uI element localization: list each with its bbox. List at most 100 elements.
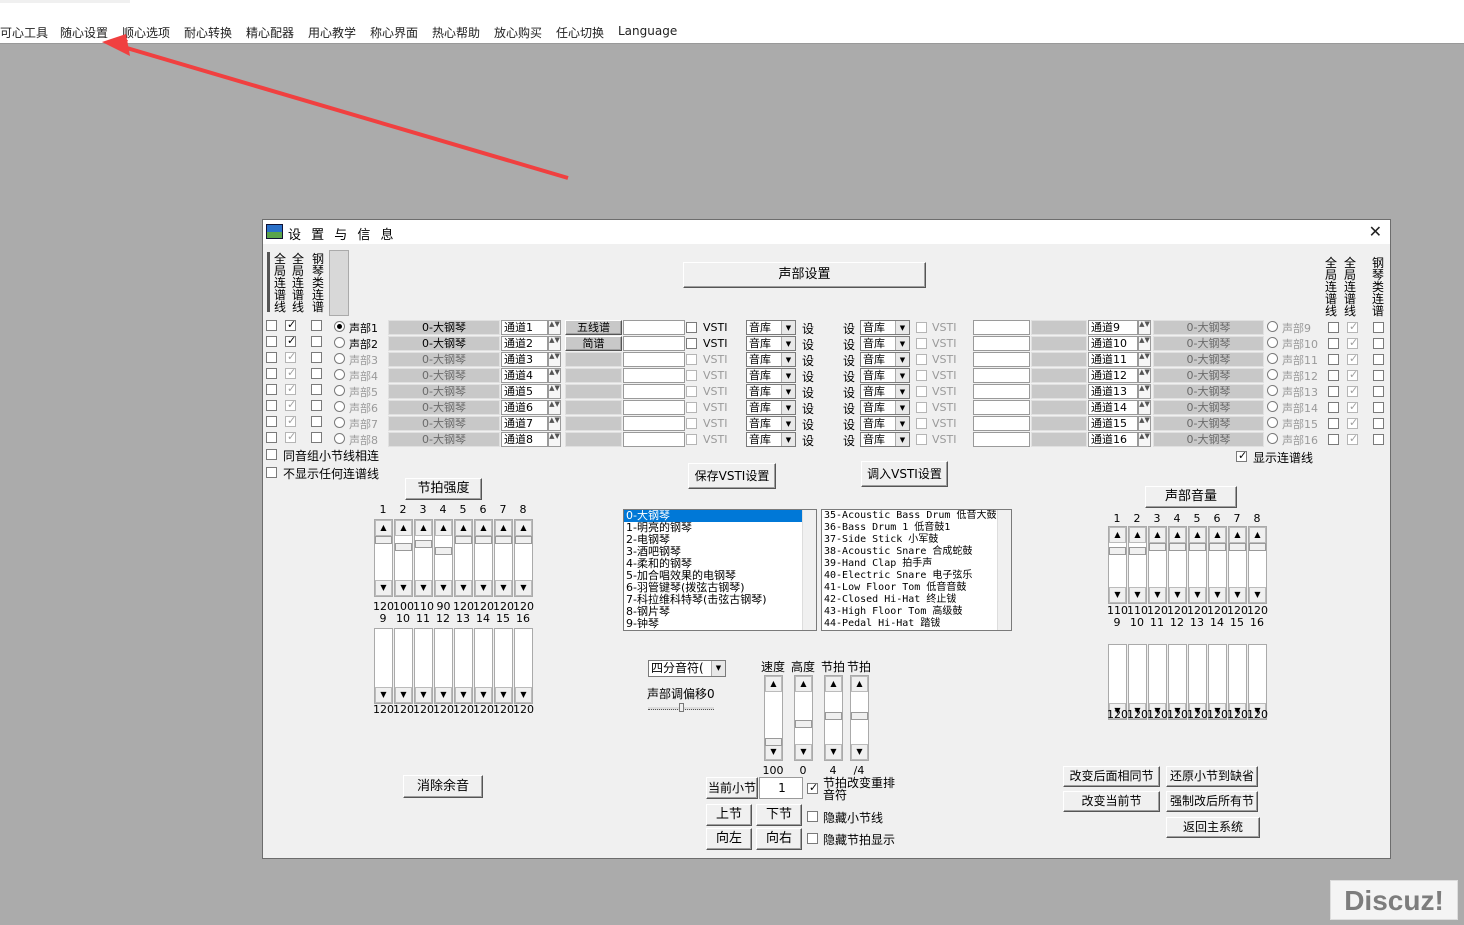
right-global-cb-7[interactable] — [1328, 434, 1339, 445]
beat_strength-thumb-2[interactable] — [415, 539, 432, 548]
part_volume-thumb-7[interactable] — [1249, 543, 1266, 551]
right-global2-cb-0[interactable]: ✓ — [1347, 320, 1358, 333]
tempo-up-icon-1[interactable]: ▲ — [795, 676, 812, 692]
beat_strength-down2-icon-2[interactable]: ▼ — [415, 687, 432, 703]
right-channel-field-0[interactable]: 通道9 — [1088, 320, 1138, 335]
beat_strength-down2-icon-0[interactable]: ▼ — [375, 687, 392, 703]
channel-field-3[interactable]: 通道4 — [501, 368, 548, 383]
left-global-cb-4[interactable] — [266, 384, 277, 395]
left-piano-cb-2[interactable] — [311, 352, 322, 363]
show-lines-cb[interactable]: ✓ — [1236, 449, 1247, 462]
instrument-field-5[interactable]: 0-大钢琴 — [388, 400, 500, 415]
right-piano-cb-6[interactable] — [1373, 418, 1384, 429]
beat_strength-thumb-1[interactable] — [395, 543, 412, 552]
right-channel-field-7[interactable]: 通道16 — [1088, 432, 1138, 447]
restore-default-button[interactable]: 还原小节到缺省 — [1166, 766, 1258, 787]
right-vsti-cb-2[interactable] — [916, 354, 927, 365]
part_volume-down-icon-3[interactable]: ▼ — [1169, 587, 1186, 603]
right-vsti-cb-5[interactable] — [916, 402, 927, 413]
left-global2-cb-0[interactable]: ✓ — [285, 318, 296, 331]
part_volume-down-icon-4[interactable]: ▼ — [1189, 587, 1206, 603]
tempo-slider-1[interactable]: ▲ ▼ — [794, 675, 813, 761]
beat_strength-slider2-2[interactable]: ▼ — [414, 628, 433, 704]
part_volume-slider-4[interactable]: ▲ ▼ — [1188, 526, 1207, 604]
library-combo-1[interactable]: 音库 ▼ — [746, 336, 796, 351]
left-global-cb-6[interactable] — [266, 416, 277, 427]
library-combo-6[interactable]: 音库 ▼ — [746, 416, 796, 431]
channel-spin-3[interactable]: ▲▼ — [548, 368, 561, 383]
next-measure-button[interactable]: 下节 — [756, 804, 802, 826]
part-settings-button[interactable]: 声部设置 — [683, 262, 926, 288]
instrument-list-item[interactable]: 9-钟琴 — [624, 618, 816, 630]
beat_strength-slider-2[interactable]: ▲ ▼ — [414, 519, 433, 597]
part_volume-down-icon-7[interactable]: ▼ — [1249, 587, 1266, 603]
part_volume-slider-5[interactable]: ▲ ▼ — [1208, 526, 1227, 604]
vsti-cb-0[interactable] — [686, 322, 697, 333]
right-channel-field-5[interactable]: 通道14 — [1088, 400, 1138, 415]
drum-list-item[interactable]: 44-Pedal Hi-Hat 踏钹 — [822, 618, 1011, 630]
beat_strength-down2-icon-7[interactable]: ▼ — [515, 687, 532, 703]
beat_strength-slider2-3[interactable]: ▼ — [434, 628, 453, 704]
set-button-5[interactable]: 设 — [802, 400, 814, 417]
drum-list[interactable]: 35-Acoustic Bass Drum 低音大鼓 36-Bass Drum 1… — [821, 509, 1012, 631]
beat_strength-down-icon-7[interactable]: ▼ — [515, 580, 532, 596]
left-global-cb-1[interactable] — [266, 336, 277, 347]
right-vsti-cb-3[interactable] — [916, 370, 927, 381]
right-vsti-path-4[interactable] — [973, 384, 1030, 399]
right-vsti-path-5[interactable] — [973, 400, 1030, 415]
right-global-cb-0[interactable] — [1328, 322, 1339, 333]
right-global-cb-5[interactable] — [1328, 402, 1339, 413]
left-global2-cb-5[interactable]: ✓ — [285, 398, 296, 411]
right-set-button-2[interactable]: 设 — [843, 352, 855, 369]
set-button-7[interactable]: 设 — [802, 432, 814, 449]
part-radio-7[interactable] — [334, 433, 345, 444]
right-set-button-1[interactable]: 设 — [843, 336, 855, 353]
right-instrument-field-7[interactable]: 0-大钢琴 — [1153, 432, 1264, 447]
right-library-combo-7[interactable]: 音库 ▼ — [860, 432, 910, 447]
right-part-radio-7[interactable] — [1267, 433, 1278, 444]
beat_strength-up-icon-3[interactable]: ▲ — [435, 520, 452, 536]
right-channel-field-1[interactable]: 通道10 — [1088, 336, 1138, 351]
no-lines-cb[interactable] — [266, 467, 277, 478]
left-piano-cb-7[interactable] — [311, 432, 322, 443]
instrument-field-7[interactable]: 0-大钢琴 — [388, 432, 500, 447]
vsti-path-3[interactable] — [623, 368, 685, 383]
staff-slot-7[interactable] — [565, 432, 622, 447]
part_volume-up-icon-5[interactable]: ▲ — [1209, 527, 1226, 543]
tempo-up-icon-3[interactable]: ▲ — [851, 676, 868, 692]
beat_strength-down2-icon-3[interactable]: ▼ — [435, 687, 452, 703]
beat_strength-thumb-4[interactable] — [455, 536, 472, 544]
drum-list-item[interactable]: 38-Acoustic Snare 合成蛇鼓 — [822, 546, 1011, 558]
beat_strength-slider-3[interactable]: ▲ ▼ — [434, 519, 453, 597]
right-piano-cb-4[interactable] — [1373, 386, 1384, 397]
right-part-radio-6[interactable] — [1267, 417, 1278, 428]
right-vsti-cb-4[interactable] — [916, 386, 927, 397]
beat_strength-down-icon-1[interactable]: ▼ — [395, 580, 412, 596]
right-global2-cb-1[interactable]: ✓ — [1347, 336, 1358, 349]
hide-beat-cb[interactable] — [807, 833, 818, 844]
beat_strength-down-icon-4[interactable]: ▼ — [455, 580, 472, 596]
vsti-path-0[interactable] — [623, 320, 685, 335]
library-combo-3[interactable]: 音库 ▼ — [746, 368, 796, 383]
beat_strength-down2-icon-5[interactable]: ▼ — [475, 687, 492, 703]
right-channel-spin-1[interactable]: ▲▼ — [1138, 336, 1151, 351]
left-piano-cb-0[interactable] — [311, 320, 322, 331]
tempo-thumb-1[interactable] — [795, 720, 812, 728]
staff-slot-6[interactable] — [565, 416, 622, 431]
right-vsti-path-0[interactable] — [973, 320, 1030, 335]
channel-spin-0[interactable]: ▲▼ — [548, 320, 561, 335]
beat_strength-slider2-0[interactable]: ▼ — [374, 628, 393, 704]
menu-item-0[interactable]: 可心工具 — [0, 24, 48, 41]
channel-spin-6[interactable]: ▲▼ — [548, 416, 561, 431]
right-piano-cb-1[interactable] — [1373, 338, 1384, 349]
beat_strength-down2-icon-1[interactable]: ▼ — [395, 687, 412, 703]
left-piano-cb-1[interactable] — [311, 336, 322, 347]
channel-field-0[interactable]: 通道1 — [501, 320, 548, 335]
set-button-4[interactable]: 设 — [802, 384, 814, 401]
part_volume-thumb-0[interactable] — [1109, 546, 1126, 555]
right-set-button-6[interactable]: 设 — [843, 416, 855, 433]
save-vsti-button[interactable]: 保存VSTI设置 — [688, 463, 776, 489]
vsti-path-1[interactable] — [623, 336, 685, 351]
right-global2-cb-3[interactable]: ✓ — [1347, 368, 1358, 381]
right-part-radio-5[interactable] — [1267, 401, 1278, 412]
